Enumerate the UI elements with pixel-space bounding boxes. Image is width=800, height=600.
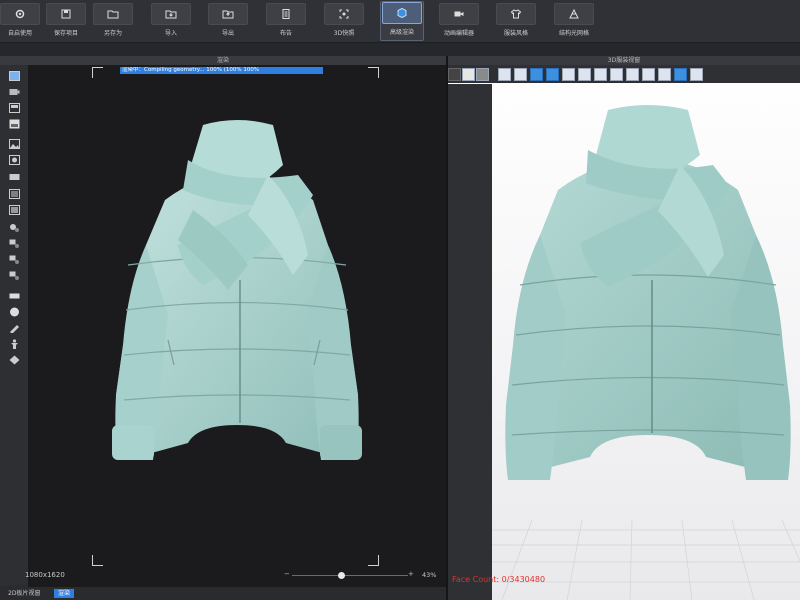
zoom-minus-button[interactable]: − [284,570,290,578]
face-count-label: Face Count: 0/3430480 [452,575,546,584]
folder-icon [93,3,133,25]
toolbar-button-animation-editor[interactable]: 动画编辑器 [437,3,481,39]
view3d-toolbar [448,65,800,83]
toolbar-button-save-project[interactable]: 保存项目 [46,3,86,39]
environment-icon[interactable] [9,119,20,129]
layer-icon[interactable] [9,189,20,199]
zoom-slider[interactable]: − + [284,570,414,580]
view3d-tool-measure-icon[interactable] [626,68,639,81]
toolbar-button-start[interactable]: 自启使用 [0,3,40,39]
view3d-tool-arrange-icon[interactable] [690,68,703,81]
camera-icon[interactable] [9,87,20,97]
toolbar-button-structured-light-mesh[interactable]: 结构光网格 [552,3,596,39]
frame-corner-top-left [92,67,103,78]
save-icon [46,3,86,25]
view3d-tool-select-icon[interactable] [448,68,461,81]
turntable-icon[interactable] [9,155,20,165]
main-toolbar: 自启使用 保存项目 另存为 导入 导出 布告 3D快照 高级渲染 动画编辑器 服… [0,0,800,43]
view3d-tool-stitch-icon[interactable] [610,68,623,81]
render-resolution: 1080x1620 [25,571,65,579]
render-viewport[interactable] [28,65,446,587]
document-icon [266,3,306,25]
bottom-tab-bar: 2D板片视窗 渲染 [0,587,446,600]
view3d-tool-fold-icon[interactable] [642,68,655,81]
view3d-tool-pin-icon[interactable] [594,68,607,81]
area-light-icon[interactable] [9,255,20,265]
toolbar-button-export[interactable]: 导出 [208,3,248,39]
view3d-side-bar [448,84,492,600]
toolbar-button-advanced-render[interactable]: 高级渲染 [380,1,424,41]
gear-icon [0,3,40,25]
view3d-tool-mesh-icon[interactable] [578,68,591,81]
view3d-panel-title: 3D服装视窗 [448,56,800,65]
view3d-tool-avatar-icon[interactable] [462,68,475,81]
snapshot-icon [324,3,364,25]
render-panel-title: 渲染 [0,56,446,65]
view3d-tool-link-icon[interactable] [498,68,511,81]
cube-icon [382,2,422,24]
import-icon [151,3,191,25]
toolbar-button-garment-style[interactable]: 服装风格 [496,3,536,39]
view3d-tool-stripe-icon[interactable] [562,68,575,81]
zoom-percentage: 43% [422,571,437,579]
toolbar-button-import[interactable]: 导入 [151,3,191,39]
shirt-icon [496,3,536,25]
pen-icon[interactable] [9,323,20,334]
render-tool-column [0,65,28,585]
light-bulb-icon[interactable] [9,223,20,233]
view3d-tool-x-ray-icon[interactable] [658,68,671,81]
view3d-tool-fit-icon[interactable] [514,68,527,81]
sun-light-icon[interactable] [9,271,20,281]
tab-render[interactable]: 渲染 [54,589,75,598]
sphere-icon[interactable] [9,307,20,317]
view3d-tool-gray-icon[interactable] [476,68,489,81]
zoom-slider-track[interactable] [292,575,408,576]
zoom-plus-button[interactable]: + [408,570,414,578]
view3d-tool-pattern-icon[interactable] [530,68,543,81]
export-icon [208,3,248,25]
toolbar-spacer [0,43,800,56]
frame-corner-bottom-left [92,555,103,566]
render-progress-bar: 渲染中：Compiling geometry... 100% (100% 100… [120,67,323,74]
spot-light-icon[interactable] [9,239,20,249]
zoom-slider-knob[interactable] [338,572,346,579]
panel-icon[interactable] [9,291,20,301]
material-icon[interactable] [9,205,20,215]
floor-grid [492,520,800,600]
toolbar-button-3d-snapshot[interactable]: 3D快照 [322,3,366,39]
video-icon [439,3,479,25]
view3d-tool-texture-icon[interactable] [546,68,559,81]
diamond-icon[interactable] [9,355,20,365]
render-settings-icon[interactable] [9,71,20,81]
tab-2d-pattern-window[interactable]: 2D板片视窗 [4,589,44,598]
frame-corner-top-right [368,67,379,78]
image-icon[interactable] [9,139,20,149]
toolbar-button-save-as[interactable]: 另存为 [93,3,133,39]
view3d-viewport[interactable] [448,65,800,600]
toolbar-button-notice[interactable]: 布告 [266,3,306,39]
figure-icon[interactable] [9,339,20,349]
mesh-icon [554,3,594,25]
rendered-jacket-image [112,120,362,460]
frame-corner-bottom-right [368,555,379,566]
light-icon[interactable] [9,103,20,113]
background-icon[interactable] [9,171,20,181]
view3d-tool-shirt-icon[interactable] [674,68,687,81]
